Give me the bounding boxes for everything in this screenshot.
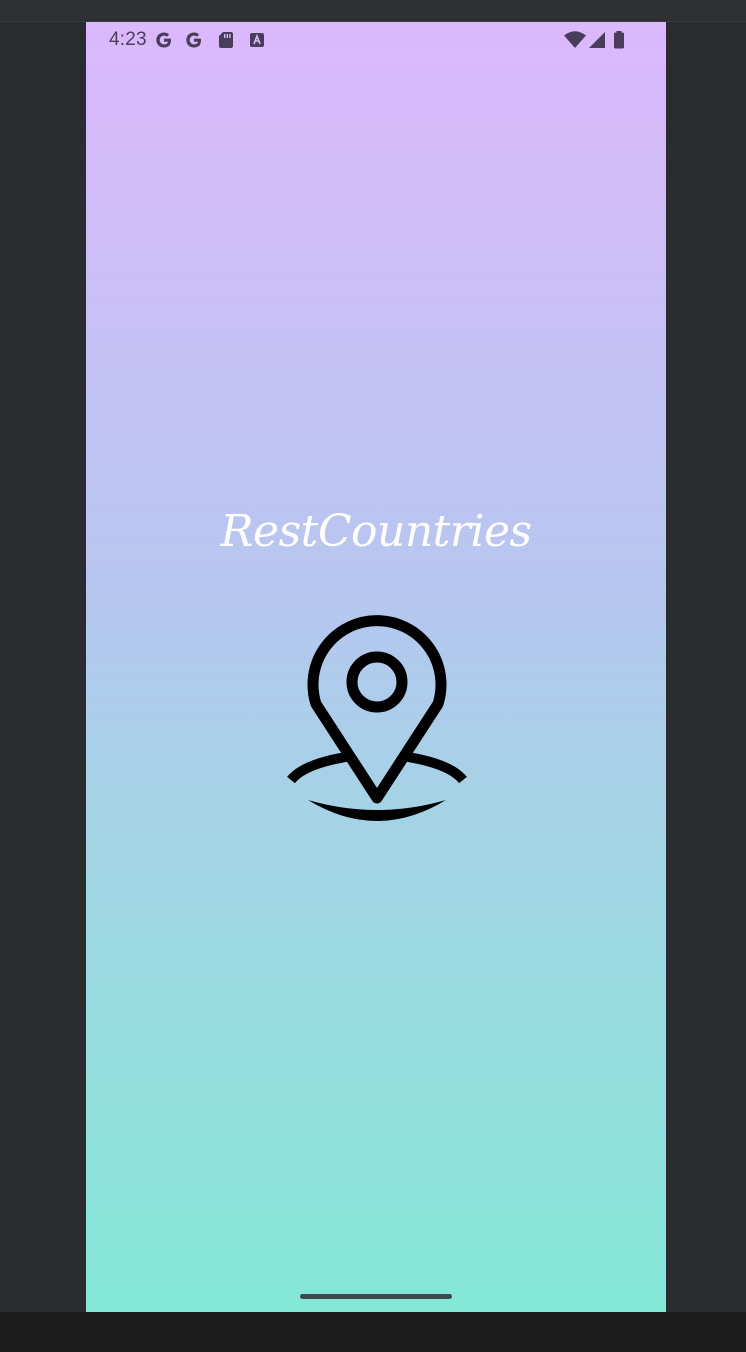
wifi-icon: [564, 31, 586, 48]
google-g-icon: [186, 32, 201, 48]
home-indicator[interactable]: [300, 1294, 452, 1299]
cellular-signal-icon: [589, 32, 605, 48]
emulator-top-bar: [0, 0, 746, 22]
location-pin-icon: [287, 615, 467, 821]
sd-card-icon: [219, 32, 233, 48]
app-title: RestCountries: [220, 506, 532, 557]
status-time: 4:23: [109, 29, 147, 50]
battery-icon: [614, 31, 624, 49]
google-g-icon: [156, 32, 171, 48]
status-bar: 4:23: [86, 22, 666, 58]
emulator-bottom-bar: [0, 1312, 746, 1352]
font-a-icon: [250, 33, 264, 47]
phone-screen: 4:23 RestCountries: [86, 22, 666, 1312]
